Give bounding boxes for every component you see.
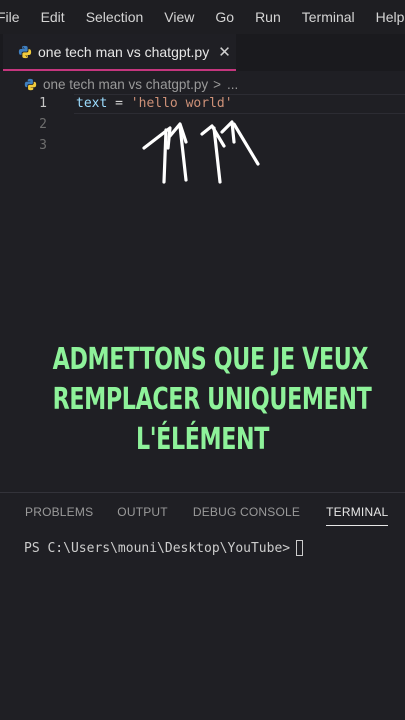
menu-view[interactable]: View <box>164 9 194 25</box>
tab-terminal[interactable]: TERMINAL <box>326 500 389 526</box>
menu-edit[interactable]: Edit <box>41 9 65 25</box>
code-string: 'hello world' <box>130 96 233 111</box>
hand-drawn-arrows-icon <box>142 120 260 184</box>
tab-output[interactable]: OUTPUT <box>117 500 168 526</box>
breadcrumb-filename[interactable]: one tech man vs chatgpt.py <box>43 77 208 92</box>
python-file-icon <box>24 78 37 90</box>
code-line[interactable]: text = 'hello world' <box>76 96 233 111</box>
menu-selection[interactable]: Selection <box>86 9 144 25</box>
tab-problems[interactable]: PROBLEMS <box>25 500 93 526</box>
menu-help[interactable]: Help <box>376 9 405 25</box>
python-file-icon <box>18 45 32 58</box>
breadcrumb-separator: > <box>213 76 221 92</box>
caption-line: ADMETTONS QUE JE VEUX <box>52 342 369 377</box>
menu-run[interactable]: Run <box>255 9 281 25</box>
breadcrumb: one tech man vs chatgpt.py > ... <box>24 74 238 94</box>
terminal-prompt-line[interactable]: PS C:\Users\mouni\Desktop\YouTube> <box>24 540 304 556</box>
video-caption: ADMETTONS QUE JE VEUX REMPLACER UNIQUEME… <box>52 340 372 460</box>
editor-tab-bar: one tech man vs chatgpt.py ✕ <box>0 34 405 71</box>
terminal-cursor <box>296 540 304 556</box>
terminal-prompt: PS C:\Users\mouni\Desktop\YouTube> <box>24 540 291 556</box>
line-number: 1 <box>39 96 47 111</box>
caption-line: L'ÉLÉMENT <box>135 422 270 457</box>
panel-tab-bar: PROBLEMS OUTPUT DEBUG CONSOLE TERMINAL <box>0 500 405 526</box>
line-number: 2 <box>39 117 47 132</box>
tab-filename: one tech man vs chatgpt.py <box>38 43 210 60</box>
code-variable: text <box>76 96 108 111</box>
tab-debug-console[interactable]: DEBUG CONSOLE <box>193 500 300 526</box>
close-icon[interactable]: ✕ <box>218 43 231 61</box>
breadcrumb-ellipsis[interactable]: ... <box>227 77 238 92</box>
menu-file[interactable]: File <box>0 9 20 25</box>
panel-divider <box>0 492 405 493</box>
menu-terminal[interactable]: Terminal <box>302 9 355 25</box>
menu-go[interactable]: Go <box>215 9 234 25</box>
code-operator: = <box>107 96 131 111</box>
editor-tab[interactable]: one tech man vs chatgpt.py ✕ <box>3 34 236 71</box>
menu-bar: File Edit Selection View Go Run Terminal… <box>0 0 405 34</box>
line-number: 3 <box>39 138 47 153</box>
caption-line: REMPLACER UNIQUEMENT <box>52 382 372 417</box>
